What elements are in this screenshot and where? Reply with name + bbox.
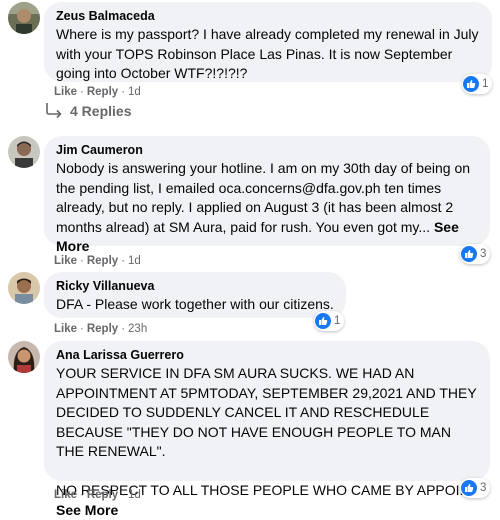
comment-text: Where is my passport? I have already com… (56, 26, 483, 81)
avatar-ana-image (8, 341, 40, 373)
reply-button[interactable]: Reply (87, 323, 118, 335)
commenter-name[interactable]: Zeus Balmaceda (56, 8, 480, 24)
timestamp[interactable]: 1d (128, 86, 141, 98)
like-button[interactable]: Like (54, 323, 77, 335)
like-thumb-icon (461, 246, 477, 262)
avatar-ricky-image (8, 272, 40, 304)
comment-actions: Like · Reply · 1d (54, 86, 141, 98)
like-thumb-icon (463, 76, 479, 92)
timestamp[interactable]: 1d (128, 255, 141, 267)
view-replies-button[interactable]: 4 Replies (44, 102, 131, 120)
comment-text: Nobody is answering your hotline. I am o… (56, 159, 478, 257)
reaction-number: 3 (480, 248, 487, 260)
comment-text-content: YOUR SERVICE IN DFA SM AURA SUCKS. WE HA… (56, 365, 477, 498)
reaction-count[interactable]: 3 (460, 478, 491, 498)
comment-actions: Like · Reply · 1d (54, 255, 141, 267)
like-thumb-icon (315, 313, 331, 329)
commenter-name[interactable]: Jim Caumeron (56, 142, 478, 158)
avatar[interactable] (8, 341, 40, 373)
reaction-count[interactable]: 1 (314, 311, 345, 331)
comment-actions: Like · Reply · 1d (54, 489, 141, 501)
avatar-jim-image (8, 136, 40, 168)
commenter-name[interactable]: Ricky Villanueva (56, 278, 334, 294)
like-button[interactable]: Like (54, 489, 77, 501)
reply-arrow-icon (46, 103, 62, 119)
comment-text-content: Nobody is answering your hotline. I am o… (56, 160, 474, 235)
reply-button[interactable]: Reply (87, 255, 118, 267)
like-thumb-icon (461, 480, 477, 496)
timestamp[interactable]: 23h (128, 323, 147, 335)
commenter-name[interactable]: Ana Larissa Guerrero (56, 347, 478, 363)
comment-bubble: Ana Larissa Guerrero YOUR SERVICE IN DFA… (44, 341, 490, 518)
reaction-count[interactable]: 3 (460, 244, 491, 264)
avatar[interactable] (8, 136, 40, 168)
like-button[interactable]: Like (54, 86, 77, 98)
comment-actions: Like · Reply · 23h (54, 323, 148, 335)
like-button[interactable]: Like (54, 255, 77, 267)
replies-label: 4 Replies (70, 103, 132, 119)
comment-bubble: Zeus Balmaceda Where is my passport? I h… (44, 2, 492, 82)
reaction-count[interactable]: 1 (462, 74, 493, 94)
timestamp[interactable]: 1d (128, 489, 141, 501)
reaction-number: 3 (480, 482, 487, 494)
avatar[interactable] (8, 2, 40, 34)
reply-button[interactable]: Reply (87, 86, 118, 98)
reply-button[interactable]: Reply (87, 489, 118, 501)
reaction-number: 1 (334, 315, 341, 327)
comment-bubble: Jim Caumeron Nobody is answering your ho… (44, 136, 490, 254)
reaction-number: 1 (482, 78, 489, 90)
avatar[interactable] (8, 272, 40, 304)
comment-bubble: Ricky Villanueva DFA - Please work toget… (44, 272, 346, 318)
comment-text: DFA - Please work together with our citi… (56, 296, 334, 312)
see-more-link[interactable]: See More (56, 502, 118, 518)
avatar-zeus-image (8, 2, 40, 34)
